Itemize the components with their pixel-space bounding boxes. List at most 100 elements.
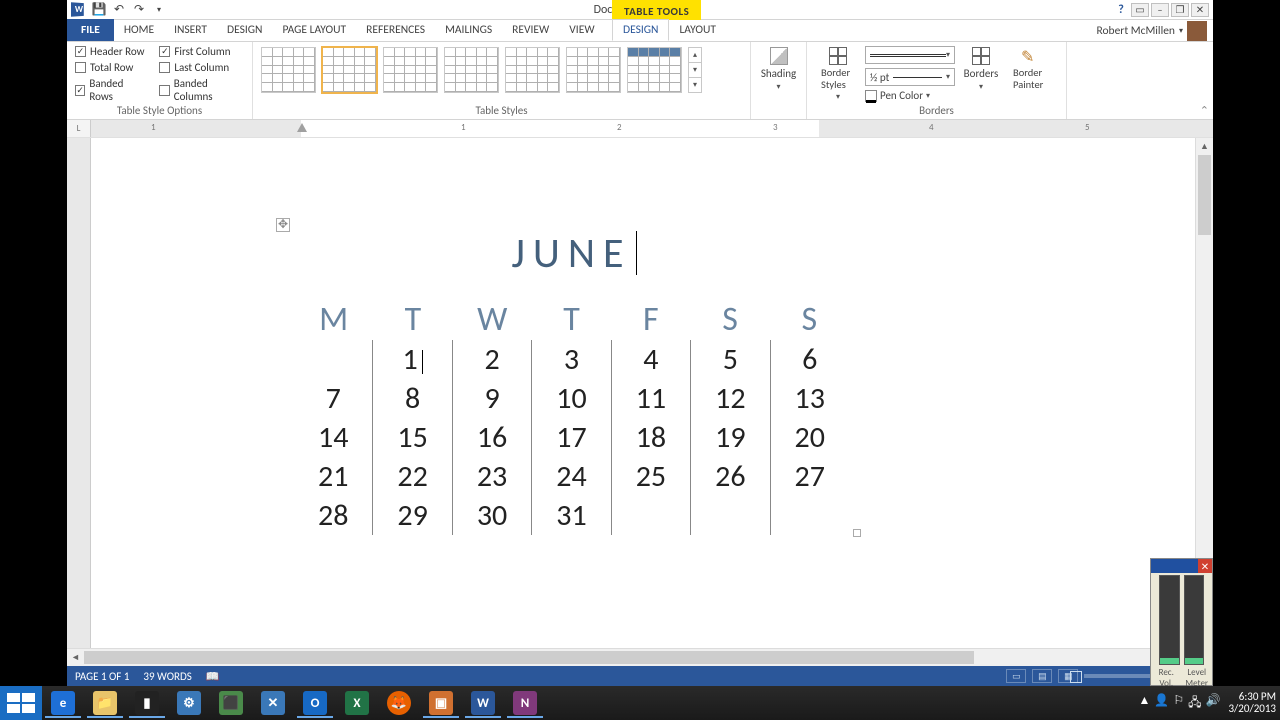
- chk-banded-rows[interactable]: Banded Rows: [75, 77, 145, 103]
- table-style-1[interactable]: [261, 47, 316, 93]
- calendar-cell[interactable]: 17: [531, 418, 610, 457]
- level-meter-close-icon[interactable]: ✕: [1198, 559, 1212, 573]
- calendar-cell[interactable]: 18: [611, 418, 690, 457]
- border-styles-button[interactable]: Border Styles▾: [815, 45, 861, 104]
- taskbar-app[interactable]: ⚙: [169, 688, 209, 718]
- chk-banded-columns[interactable]: Banded Columns: [159, 77, 244, 103]
- chk-total-row[interactable]: Total Row: [75, 61, 145, 74]
- tray-icon[interactable]: 👤: [1154, 693, 1169, 714]
- calendar-cell[interactable]: 28: [294, 496, 372, 535]
- calendar-cell[interactable]: 6: [770, 340, 849, 379]
- qat-undo-icon[interactable]: ↶: [111, 2, 127, 18]
- vertical-ruler[interactable]: [67, 138, 91, 648]
- help-icon[interactable]: ?: [1113, 3, 1129, 17]
- taskbar-app[interactable]: ⬛: [211, 688, 251, 718]
- calendar-cell[interactable]: 1: [372, 340, 451, 379]
- calendar-cell[interactable]: 7: [294, 379, 372, 418]
- calendar-cell[interactable]: 24: [531, 457, 610, 496]
- border-weight[interactable]: ½ pt▾: [865, 68, 955, 86]
- calendar-table[interactable]: ✥ JUNE M T W T F S S 1234567891011121314…: [294, 228, 849, 535]
- tab-table-layout[interactable]: LAYOUT: [669, 19, 725, 41]
- calendar-cell[interactable]: 23: [452, 457, 531, 496]
- horizontal-ruler[interactable]: 1 1 2 3 4 5: [91, 120, 1213, 137]
- horizontal-scrollbar[interactable]: ◄ ►: [67, 648, 1213, 666]
- taskbar-ie[interactable]: e: [43, 688, 83, 718]
- table-move-handle-icon[interactable]: ✥: [276, 218, 290, 232]
- calendar-cell[interactable]: 16: [452, 418, 531, 457]
- tab-review[interactable]: REVIEW: [502, 19, 559, 41]
- tray-icon[interactable]: ▲: [1139, 693, 1151, 714]
- calendar-cell[interactable]: 29: [372, 496, 451, 535]
- taskbar-word[interactable]: W: [463, 688, 503, 718]
- qat-redo-icon[interactable]: ↷: [131, 2, 147, 18]
- ribbon-display-options-icon[interactable]: ▭: [1131, 3, 1149, 17]
- shading-button[interactable]: Shading ▾: [759, 45, 798, 94]
- calendar-cell[interactable]: [294, 340, 372, 379]
- view-print-layout-icon[interactable]: ▤: [1032, 669, 1052, 683]
- status-proofing-icon[interactable]: 📖: [206, 670, 220, 683]
- taskbar-excel[interactable]: X: [337, 688, 377, 718]
- tray-icon[interactable]: 🔊: [1206, 693, 1221, 714]
- tray-icon[interactable]: ⚐: [1173, 693, 1184, 714]
- calendar-cell[interactable]: [770, 496, 849, 535]
- calendar-cell[interactable]: 10: [531, 379, 610, 418]
- calendar-cell[interactable]: 2: [452, 340, 531, 379]
- tab-table-design[interactable]: DESIGN: [612, 19, 669, 41]
- chk-first-column[interactable]: First Column: [159, 45, 244, 58]
- table-style-4[interactable]: [444, 47, 499, 93]
- qat-save-icon[interactable]: 💾: [91, 2, 107, 18]
- border-painter-button[interactable]: Border Painter: [1007, 45, 1053, 92]
- table-style-2[interactable]: [322, 47, 377, 93]
- tab-mailings[interactable]: MAILINGS: [435, 19, 502, 41]
- calendar-cell[interactable]: 13: [770, 379, 849, 418]
- status-word-count[interactable]: 39 WORDS: [143, 670, 191, 683]
- collapse-ribbon-icon[interactable]: ⌃: [1200, 104, 1209, 117]
- table-styles-more[interactable]: ▴▾▾: [688, 47, 702, 93]
- tab-references[interactable]: REFERENCES: [356, 19, 435, 41]
- tab-view[interactable]: VIEW: [559, 19, 604, 41]
- calendar-cell[interactable]: [611, 496, 690, 535]
- chk-last-column[interactable]: Last Column: [159, 61, 244, 74]
- calendar-cell[interactable]: 27: [770, 457, 849, 496]
- taskbar-app[interactable]: ▣: [421, 688, 461, 718]
- calendar-cell[interactable]: 3: [531, 340, 610, 379]
- calendar-title[interactable]: JUNE: [294, 228, 849, 279]
- border-line-style[interactable]: ▾: [865, 46, 955, 64]
- tab-file[interactable]: FILE: [67, 19, 114, 41]
- chk-header-row[interactable]: Header Row: [75, 45, 145, 58]
- calendar-cell[interactable]: 14: [294, 418, 372, 457]
- system-tray[interactable]: ▲ 👤 ⚐ 🖧 🔊 6:30 PM 3/20/2013: [1139, 691, 1276, 715]
- level-meter-window[interactable]: ✕ Rec. Vol. Level Meter: [1150, 558, 1213, 686]
- tab-page-layout[interactable]: PAGE LAYOUT: [272, 19, 356, 41]
- calendar-cell[interactable]: 19: [690, 418, 769, 457]
- start-button[interactable]: [0, 686, 42, 720]
- calendar-cell[interactable]: [690, 496, 769, 535]
- user-account[interactable]: Robert McMillen ▾: [1096, 20, 1207, 42]
- calendar-cell[interactable]: 20: [770, 418, 849, 457]
- taskbar-firefox[interactable]: 🦊: [379, 688, 419, 718]
- calendar-cell[interactable]: 4: [611, 340, 690, 379]
- calendar-cell[interactable]: 12: [690, 379, 769, 418]
- taskbar-explorer[interactable]: 📁: [85, 688, 125, 718]
- calendar-cell[interactable]: 21: [294, 457, 372, 496]
- scroll-left-icon[interactable]: ◄: [67, 649, 84, 666]
- minimize-icon[interactable]: –: [1151, 3, 1169, 17]
- table-style-5[interactable]: [505, 47, 560, 93]
- tab-home[interactable]: HOME: [114, 19, 164, 41]
- table-style-7[interactable]: [627, 47, 682, 93]
- tab-insert[interactable]: INSERT: [164, 19, 217, 41]
- calendar-cell[interactable]: 26: [690, 457, 769, 496]
- taskbar-cmd[interactable]: ▮: [127, 688, 167, 718]
- calendar-cell[interactable]: 31: [531, 496, 610, 535]
- taskbar-clock[interactable]: 6:30 PM 3/20/2013: [1228, 691, 1276, 715]
- calendar-cell[interactable]: 15: [372, 418, 451, 457]
- tray-icon[interactable]: 🖧: [1188, 693, 1201, 714]
- calendar-cell[interactable]: 30: [452, 496, 531, 535]
- status-page[interactable]: PAGE 1 OF 1: [75, 670, 129, 683]
- document-page[interactable]: ✥ JUNE M T W T F S S 1234567891011121314…: [124, 138, 1186, 648]
- taskbar-outlook[interactable]: O: [295, 688, 335, 718]
- table-style-6[interactable]: [566, 47, 621, 93]
- view-read-mode-icon[interactable]: ▭: [1006, 669, 1026, 683]
- table-resize-handle-icon[interactable]: [853, 529, 861, 537]
- borders-button[interactable]: Borders▾: [959, 45, 1003, 94]
